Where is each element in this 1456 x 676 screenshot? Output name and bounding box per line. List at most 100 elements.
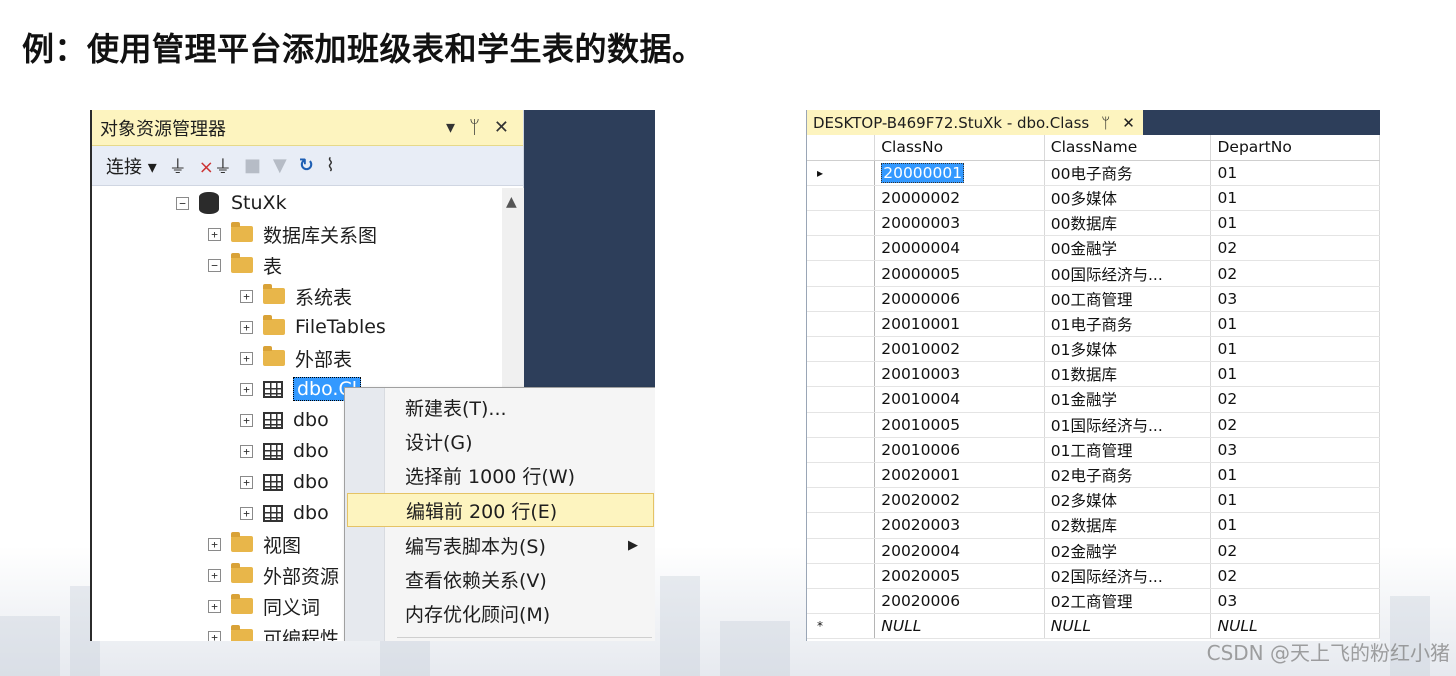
row-header[interactable] — [807, 437, 876, 463]
tree-node-database[interactable]: − StuXk — [176, 188, 287, 218]
tree-node-external-tables[interactable]: + 外部表 — [240, 343, 352, 373]
close-icon[interactable]: ✕ — [494, 117, 509, 138]
cell-departno[interactable]: 01 — [1210, 361, 1380, 388]
scroll-up-icon[interactable]: ▲ — [506, 194, 517, 210]
row-header[interactable] — [807, 260, 876, 287]
row-header[interactable] — [807, 588, 876, 615]
cell-classno[interactable]: 20020002 — [874, 487, 1045, 514]
menu-item-view-dependencies[interactable]: 查看依赖关系(V) — [347, 562, 654, 596]
connect-button[interactable]: 连接 ▾ — [106, 153, 157, 179]
cell-classname[interactable]: 02多媒体 — [1044, 487, 1212, 514]
cell-classname[interactable]: 00数据库 — [1044, 210, 1212, 237]
cell-classname[interactable]: 02工商管理 — [1044, 588, 1212, 615]
cell-classname[interactable]: 02数据库 — [1044, 512, 1212, 539]
cell-classname[interactable]: 01电子商务 — [1044, 311, 1212, 338]
table-row[interactable]: 20000004 00金融学 02 — [807, 235, 1380, 262]
tree-node-diagrams[interactable]: + 数据库关系图 — [208, 219, 377, 249]
cell-classno[interactable]: 20010004 — [874, 386, 1045, 413]
cell-departno-new[interactable]: NULL — [1210, 613, 1380, 640]
stop-icon[interactable]: ■ — [244, 155, 261, 176]
expand-icon[interactable]: + — [208, 227, 221, 241]
column-header-departno[interactable]: DepartNo — [1210, 135, 1380, 161]
cell-classname[interactable]: 00金融学 — [1044, 235, 1212, 262]
connect-plug-icon[interactable]: ⏚ — [169, 153, 187, 179]
table-row[interactable]: 20020002 02多媒体 01 — [807, 487, 1380, 514]
cell-classname[interactable]: 01国际经济与... — [1044, 412, 1212, 438]
cell-classno[interactable]: 20010005 — [874, 412, 1045, 438]
pin-icon[interactable]: ᛘ — [1101, 114, 1110, 132]
row-header[interactable] — [807, 286, 876, 312]
expand-icon[interactable]: + — [240, 506, 253, 520]
cell-departno[interactable]: 01 — [1210, 185, 1380, 212]
cell-classno[interactable]: 20010001 — [874, 311, 1045, 338]
cell-classname[interactable]: 00国际经济与... — [1044, 260, 1212, 287]
refresh-icon[interactable]: ↻ — [299, 155, 314, 176]
cell-classno[interactable]: 20000005 — [874, 260, 1045, 287]
new-row[interactable]: * NULL NULL NULL — [807, 613, 1380, 640]
row-header[interactable] — [807, 512, 876, 539]
expand-icon[interactable]: + — [240, 444, 253, 458]
cell-classname[interactable]: 00电子商务 — [1044, 160, 1212, 186]
tree-node-table[interactable]: + dbo — [240, 467, 329, 497]
dropdown-icon[interactable]: ▾ — [446, 117, 455, 138]
table-row[interactable]: 20000006 00工商管理 03 — [807, 286, 1380, 312]
row-header[interactable]: * — [807, 613, 876, 640]
table-row[interactable]: 20000003 00数据库 01 — [807, 210, 1380, 237]
cell-departno[interactable]: 01 — [1210, 210, 1380, 237]
cell-classname[interactable]: 01数据库 — [1044, 361, 1212, 388]
cell-classname[interactable]: 01多媒体 — [1044, 336, 1212, 363]
cell-classno[interactable]: 20020004 — [874, 538, 1045, 564]
row-header[interactable] — [807, 462, 876, 489]
table-row[interactable]: 20010005 01国际经济与... 02 — [807, 412, 1380, 438]
expand-icon[interactable]: + — [208, 568, 221, 582]
table-row[interactable]: 20010004 01金融学 02 — [807, 386, 1380, 413]
tree-node-views[interactable]: + 视图 — [208, 529, 301, 559]
row-header[interactable] — [807, 336, 876, 363]
tree-node-tables[interactable]: − 表 — [208, 250, 282, 280]
cell-departno[interactable]: 02 — [1210, 538, 1380, 564]
column-header-classname[interactable]: ClassName — [1044, 135, 1212, 161]
row-header[interactable] — [807, 235, 876, 262]
disconnect-plug-icon[interactable]: ×⏚ — [199, 153, 232, 179]
document-tab[interactable]: DESKTOP-B469F72.StuXk - dbo.Class ᛘ ✕ — [807, 110, 1143, 135]
tree-node-table[interactable]: + dbo — [240, 405, 329, 435]
tree-node-system-tables[interactable]: + 系统表 — [240, 281, 352, 311]
cell-classno[interactable]: 20010006 — [874, 437, 1045, 463]
table-row[interactable]: 20020003 02数据库 01 — [807, 512, 1380, 539]
cell-classname[interactable]: 00工商管理 — [1044, 286, 1212, 312]
filter-icon[interactable]: ▼ — [273, 155, 287, 176]
cell-classno[interactable]: 20020006 — [874, 588, 1045, 615]
cell-classno[interactable]: 20020003 — [874, 512, 1045, 539]
cell-classno[interactable]: 20000003 — [874, 210, 1045, 237]
expand-icon[interactable]: + — [240, 382, 253, 396]
table-row[interactable]: 20010002 01多媒体 01 — [807, 336, 1380, 363]
table-row[interactable]: 20000005 00国际经济与... 02 — [807, 260, 1380, 287]
cell-classname[interactable]: 02国际经济与... — [1044, 563, 1212, 589]
row-header[interactable] — [807, 487, 876, 514]
row-header[interactable] — [807, 412, 876, 438]
table-row[interactable]: ▸ 20000001 00电子商务 01 — [807, 160, 1380, 186]
close-icon[interactable]: ✕ — [1122, 114, 1135, 132]
tree-node-table[interactable]: + dbo — [240, 436, 329, 466]
menu-item-edit-top-200[interactable]: 编辑前 200 行(E) — [347, 493, 654, 527]
collapse-icon[interactable]: − — [208, 258, 221, 272]
menu-item-memory-optimization-advisor[interactable]: 内存优化顾问(M) — [347, 596, 654, 630]
cell-classno[interactable]: 20000004 — [874, 235, 1045, 262]
cell-classname[interactable]: 01金融学 — [1044, 386, 1212, 413]
expand-icon[interactable]: + — [240, 413, 253, 427]
cell-departno[interactable]: 01 — [1210, 462, 1380, 489]
expand-icon[interactable]: + — [208, 630, 221, 641]
cell-classname[interactable]: 02电子商务 — [1044, 462, 1212, 489]
tree-node-filetables[interactable]: + FileTables — [240, 312, 386, 342]
row-header[interactable]: ▸ — [807, 160, 876, 186]
cell-classname[interactable]: 00多媒体 — [1044, 185, 1212, 212]
cell-departno[interactable]: 01 — [1210, 160, 1380, 186]
cell-departno[interactable]: 03 — [1210, 286, 1380, 312]
row-header[interactable] — [807, 210, 876, 237]
expand-icon[interactable]: + — [240, 320, 253, 334]
column-header-classno[interactable]: ClassNo — [874, 135, 1045, 161]
expand-icon[interactable]: + — [208, 537, 221, 551]
cell-classno[interactable]: 20000006 — [874, 286, 1045, 312]
cell-classno[interactable]: 20000001 — [874, 160, 1045, 186]
tree-node-table-class[interactable]: + dbo.Cl — [240, 374, 361, 404]
